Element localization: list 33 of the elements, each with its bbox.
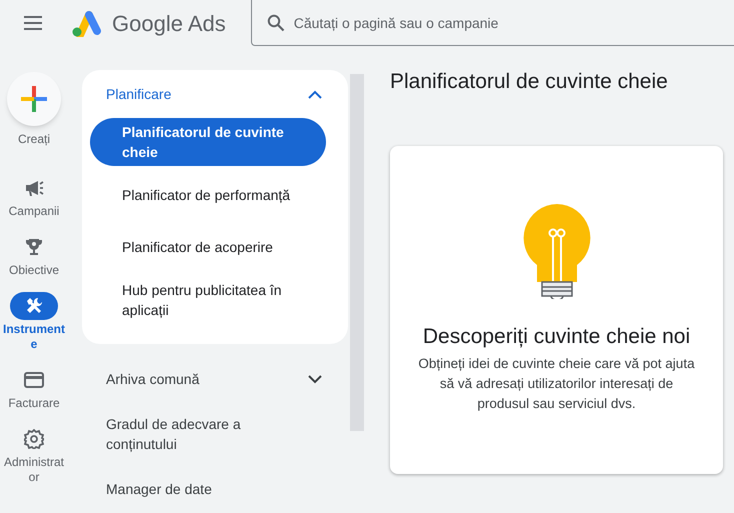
rail-label: Obiective	[8, 263, 60, 278]
card-heading: Descoperiți cuvinte cheie noi	[422, 324, 690, 350]
app-name: Google Ads	[112, 10, 226, 38]
nav-item[interactable]: Planificatorul de cuvinte cheie	[90, 118, 326, 166]
page-title: Planificatorul de cuvinte cheie	[390, 69, 669, 95]
megaphone-icon	[24, 178, 44, 198]
nav-item[interactable]: Planificator de acoperire	[90, 224, 326, 270]
card-icon	[24, 370, 44, 390]
tools-icon	[24, 296, 44, 316]
card-description: Obțineți idei de cuvinte cheie care vă pot ajuta să vă adresați utilizatorilor interesați de produsul sau serviciul dvs.	[417, 355, 696, 413]
nav-item[interactable]: Planificator de performanță	[90, 172, 326, 218]
rail-label: Administrator	[2, 455, 66, 485]
nav-group-header[interactable]: Arhiva comună	[82, 356, 348, 402]
rail-label: Instrumente	[2, 322, 66, 352]
nav-link[interactable]: Manager de date	[82, 466, 322, 512]
menu-icon	[23, 16, 43, 30]
create-label: Creați	[18, 131, 50, 148]
logo-icon	[70, 9, 102, 37]
gear-icon	[24, 429, 44, 449]
nav-item[interactable]: Hub pentru publicitatea în aplicații	[90, 276, 326, 324]
nav-group-header[interactable]: Planificare	[82, 70, 348, 118]
search-icon	[266, 14, 285, 32]
rail-label: Facturare	[7, 396, 61, 411]
rail-label: Campanii	[8, 204, 60, 219]
chevron-down-icon	[308, 374, 322, 384]
lightbulb-icon	[522, 202, 592, 298]
plus-icon	[21, 86, 47, 112]
nav-link[interactable]: Gradul de adecvare a conținutului	[82, 402, 322, 466]
trophy-icon	[24, 237, 44, 257]
chevron-up-icon	[308, 90, 322, 98]
rail-button[interactable]	[10, 292, 58, 320]
search-field[interactable]: Căutați o pagină sau o campanie	[294, 2, 734, 42]
create-button[interactable]	[7, 72, 61, 126]
